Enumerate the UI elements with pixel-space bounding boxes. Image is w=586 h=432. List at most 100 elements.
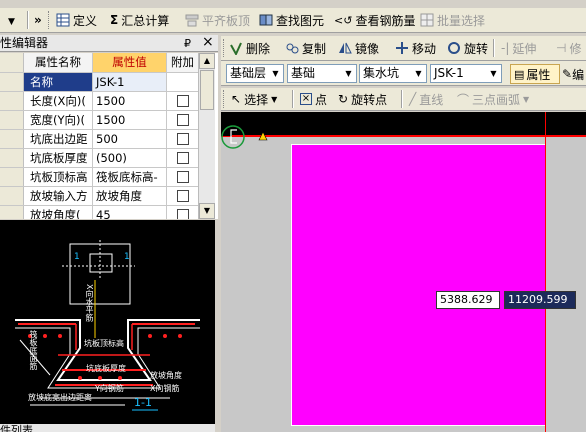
close-icon[interactable]: × <box>202 34 214 51</box>
prop-name: 放坡角度( <box>24 206 93 219</box>
mirror-button[interactable]: 镜像 <box>338 38 379 58</box>
move-icon <box>395 41 409 55</box>
grid-row[interactable]: 宽度(Y向)( 1500 <box>0 111 198 130</box>
line-tool-button[interactable]: ╱ 直线 <box>409 89 443 109</box>
floor-select[interactable]: 基础层 ▼ <box>226 64 284 83</box>
flat-top-label: 平齐板顶 <box>202 13 251 28</box>
category-select[interactable]: 基础 ▼ <box>287 64 357 83</box>
property-grid-scrollbar[interactable]: ▲ ▼ <box>198 53 215 219</box>
find-element-button[interactable]: 查找图元 <box>259 10 324 30</box>
line-icon: ╱ <box>409 92 417 106</box>
copy-button[interactable]: 复制 <box>285 38 326 58</box>
label-slope-angle: 放坡角度 <box>150 371 182 380</box>
rotate-button[interactable]: 旋转 <box>447 38 488 58</box>
extra-checkbox[interactable] <box>177 190 189 202</box>
grid-row[interactable]: 坑底板厚度 (500) <box>0 149 198 168</box>
mirror-label: 镜像 <box>355 41 380 56</box>
extend-button[interactable]: -| 延伸 <box>501 38 536 58</box>
category-select-value: 基础 <box>291 66 316 80</box>
extra-checkbox[interactable] <box>177 209 189 219</box>
extra-checkbox[interactable] <box>177 114 189 126</box>
draw-toolbar: ↖ 选择 ▼ × 点 ↻ 旋转点 ╱ 直线 ⌒ 三点画弧 ▼ <box>221 88 586 111</box>
toolbar-overflow-icon[interactable]: » <box>34 10 42 30</box>
flat-top-button[interactable]: 平齐板顶 <box>185 10 250 30</box>
grid-row[interactable]: 坑底出边距 500 <box>0 130 198 149</box>
trim-button[interactable]: ⊣ 修 <box>556 38 581 58</box>
prop-value[interactable]: 45 <box>93 206 167 219</box>
grid-row[interactable]: 放坡输入方 放坡角度 <box>0 187 198 206</box>
edit-component-button[interactable]: ✎ 编 <box>562 64 586 84</box>
coord-x-input[interactable]: 5388.629 <box>436 291 500 309</box>
label-x-rebar: X向钢筋 <box>150 384 180 393</box>
select-tool-label: 选择 <box>244 92 269 107</box>
rebar-view-icon: <↺ <box>334 13 353 27</box>
property-editor-title: 性编辑器 ₽ × <box>0 34 218 52</box>
define-label: 定义 <box>73 13 98 28</box>
coord-y-readout: 11209.599 <box>504 291 576 309</box>
extra-checkbox[interactable] <box>177 152 189 164</box>
rotate-point-button[interactable]: ↻ 旋转点 <box>338 89 387 109</box>
prop-name: 坑底板厚度 <box>24 149 93 167</box>
prop-value[interactable]: 1500 <box>93 92 167 110</box>
drawing-canvas[interactable] <box>221 112 586 432</box>
batch-select-icon <box>420 13 434 27</box>
component-select[interactable]: JSK-1 ▼ <box>430 64 502 83</box>
prop-value[interactable]: (500) <box>93 149 167 167</box>
label-left-rebar: 筏板底面筋 <box>29 330 38 370</box>
type-select[interactable]: 集水坑 ▼ <box>359 64 427 83</box>
scroll-down-icon[interactable]: ▼ <box>199 203 215 219</box>
flat-top-icon <box>185 13 199 27</box>
delete-label: 删除 <box>246 41 271 56</box>
define-button[interactable]: 定义 <box>56 10 97 30</box>
dropdown-arrow-button[interactable]: ▼ <box>8 12 15 32</box>
label-y-rebar: Y向钢筋 <box>95 384 124 393</box>
batch-select-button[interactable]: 批量选择 <box>420 10 485 30</box>
prop-value[interactable]: 1500 <box>93 111 167 129</box>
row-number <box>0 187 24 205</box>
batch-select-label: 批量选择 <box>437 13 486 28</box>
prop-value[interactable]: 500 <box>93 130 167 148</box>
move-button[interactable]: 移动 <box>395 38 436 58</box>
scroll-thumb[interactable] <box>200 70 214 110</box>
view-rebar-button[interactable]: <↺ 查看钢筋量 <box>334 10 415 30</box>
chevron-down-icon: ▼ <box>269 66 282 81</box>
prop-value[interactable]: 放坡角度 <box>93 187 167 205</box>
toolbar-separator <box>27 11 29 29</box>
scroll-up-icon[interactable]: ▲ <box>199 53 215 69</box>
pit-shape[interactable] <box>291 144 546 426</box>
grid-row[interactable]: 坑板顶标高 筏板底标高- <box>0 168 198 187</box>
toolbar-separator <box>493 39 495 57</box>
grid-row[interactable]: 放坡角度( 45 <box>0 206 198 219</box>
component-list-tab[interactable]: 件列表 <box>0 424 215 432</box>
axis-line-top <box>232 135 586 136</box>
grid-row[interactable]: 长度(X向)( 1500 <box>0 92 198 111</box>
property-label: 属性 <box>526 67 551 82</box>
arc-tool-button[interactable]: ⌒ 三点画弧 ▼ <box>457 89 529 109</box>
row-number <box>0 92 24 110</box>
extra-checkbox[interactable] <box>177 133 189 145</box>
point-tool-button[interactable]: × 点 <box>300 89 327 109</box>
row-number <box>0 130 24 148</box>
prop-name: 长度(X向)( <box>24 92 93 110</box>
delete-button[interactable]: 删除 <box>229 38 270 58</box>
extra-checkbox[interactable] <box>177 95 189 107</box>
row-number <box>0 206 24 219</box>
prop-value[interactable]: JSK-1 <box>93 73 167 91</box>
delete-icon <box>229 41 243 57</box>
toolbar-separator <box>401 90 403 108</box>
edit-component-label: 编 <box>572 67 585 82</box>
summary-calc-button[interactable]: Σ 汇总计算 <box>110 10 169 30</box>
rotate-icon <box>447 41 461 55</box>
edit-toolbar: 删除 复制 镜像 移动 旋转 -| 延伸 ⊣ 修 <box>221 36 586 61</box>
origin-marker <box>221 125 268 149</box>
select-tool-button[interactable]: ↖ 选择 ▼ <box>231 89 277 109</box>
property-button[interactable]: ▤ 属性 <box>510 64 560 84</box>
prop-value[interactable]: 筏板底标高- <box>93 168 167 186</box>
extra-checkbox[interactable] <box>177 171 189 183</box>
grid-row[interactable]: 名称 JSK-1 <box>0 73 198 92</box>
toolbar-grip <box>223 90 226 108</box>
prop-extra <box>167 73 198 91</box>
label-horizontal-rebar: X向水平筋 <box>85 284 94 322</box>
chevron-down-icon: ▼ <box>271 94 278 104</box>
pin-icon[interactable]: ₽ <box>184 35 191 52</box>
